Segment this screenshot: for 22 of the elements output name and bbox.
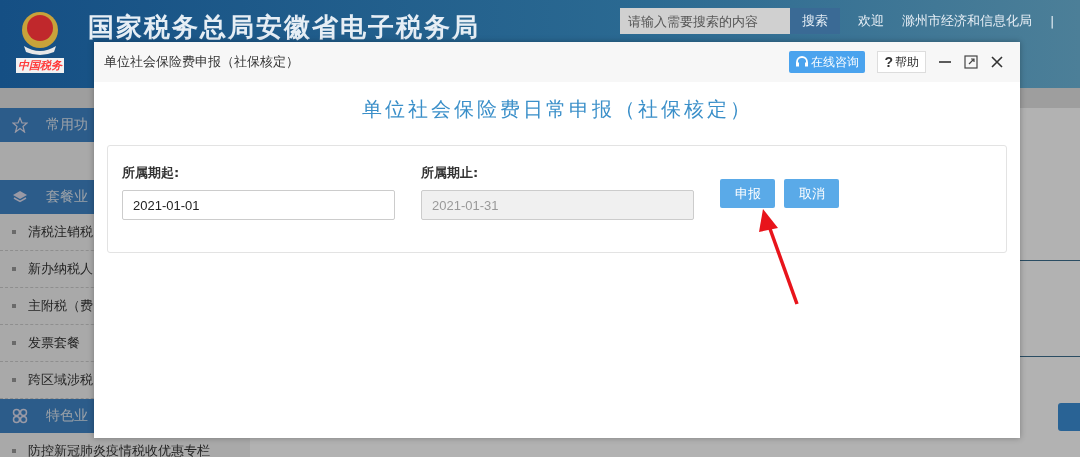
submit-button[interactable]: 申报 [720, 179, 775, 208]
user-name[interactable]: 滁州市经济和信息化局 [902, 12, 1032, 30]
clover-icon [12, 408, 28, 424]
headset-icon [795, 55, 810, 69]
search-field[interactable]: 请输入需要搜索的内容 [620, 8, 790, 34]
date-field[interactable]: 2021-01-01 [122, 190, 395, 220]
maximize-icon[interactable] [964, 55, 978, 69]
field-label: 所属期止: [421, 164, 480, 182]
site-title: 国家税务总局安徽省电子税务局 [88, 11, 480, 44]
logo-text: 中国税务 [16, 58, 64, 73]
close-icon[interactable] [990, 55, 1004, 69]
search-button[interactable]: 搜索 [790, 8, 840, 34]
field-label: 所属期起: [122, 164, 181, 182]
dialog-title: 单位社会保险费申报（社保核定） [104, 53, 299, 71]
welcome-text: 欢迎 [858, 12, 884, 30]
star-icon [12, 117, 28, 133]
help-button[interactable]: ?帮助 [877, 51, 926, 73]
cancel-button[interactable]: 取消 [784, 179, 839, 208]
consult-button[interactable]: 在线咨询 [789, 51, 866, 73]
form-heading: 单位社会保险费日常申报（社保核定） [360, 96, 754, 123]
layers-icon [12, 189, 28, 205]
separator: | [1050, 13, 1055, 29]
